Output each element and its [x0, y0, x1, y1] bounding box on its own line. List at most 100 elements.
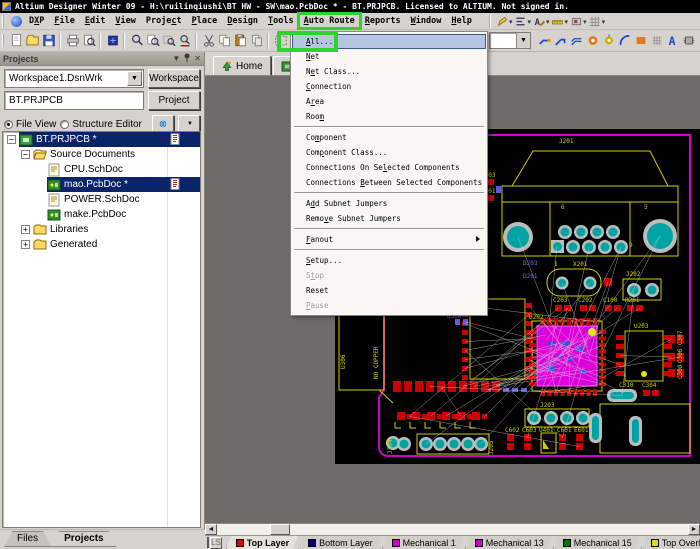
radio-circle[interactable] [4, 120, 13, 129]
knowledge-center-button[interactable] [105, 32, 121, 50]
print-preview-button[interactable] [81, 32, 97, 50]
chevron-down-icon[interactable]: ▾ [602, 18, 606, 26]
dxp-sphere-icon[interactable] [11, 16, 22, 27]
measure-tool-button[interactable] [550, 14, 566, 29]
utility-tool-button[interactable] [494, 14, 510, 29]
menu-reports[interactable]: Reports [361, 15, 405, 27]
tree-item-mao.pcbdoc[interactable]: mao.PcbDoc * [3, 177, 200, 192]
tab-home[interactable]: Home [213, 56, 271, 75]
radio-circle[interactable] [60, 120, 69, 129]
place-string-button[interactable]: A [665, 31, 681, 49]
menu-file[interactable]: File [50, 15, 78, 27]
expand-icon[interactable]: + [21, 225, 30, 234]
footprint-combo[interactable]: ▼ [489, 32, 531, 49]
place-component-button[interactable] [681, 31, 697, 49]
grid-tool-button[interactable] [587, 14, 603, 29]
place-arc-button[interactable] [617, 31, 633, 49]
menu-view[interactable]: View [111, 15, 139, 27]
place-via-button[interactable] [601, 31, 617, 49]
layer-tab-mechanical-13[interactable]: Mechanical 13 [465, 536, 553, 549]
menu-help[interactable]: Help [447, 15, 475, 27]
project-button[interactable]: Project [148, 91, 200, 110]
tree-item-source-documents[interactable]: −Source Documents [3, 147, 200, 162]
menu-item-connection[interactable]: Connection [292, 79, 486, 94]
place-fill-button[interactable] [633, 31, 649, 49]
tree-item-power.schdoc[interactable]: POWER.SchDoc [3, 192, 200, 207]
menu-place[interactable]: Place [188, 15, 222, 27]
zoom-area-button[interactable] [161, 32, 177, 50]
select-area-button[interactable] [273, 32, 289, 50]
expand-icon[interactable]: + [21, 240, 30, 249]
file-view-radio[interactable]: File View [4, 119, 56, 130]
menu-design[interactable]: Design [223, 15, 262, 27]
pin-icon[interactable] [183, 53, 191, 64]
cut-button[interactable] [201, 32, 217, 50]
project-field[interactable]: BT.PRJPCB [4, 91, 144, 110]
copy-button[interactable] [217, 32, 233, 50]
save-document-button[interactable] [41, 32, 57, 50]
workspace-dropdown[interactable]: Workspace1.DsnWrk ▼ [4, 69, 144, 88]
route-differential-button[interactable] [553, 31, 569, 49]
interactive-route-button[interactable] [537, 31, 553, 49]
chevron-down-icon[interactable]: ▼ [516, 33, 530, 48]
menu-item-component[interactable]: Component [292, 130, 486, 145]
collapse-icon[interactable]: − [7, 135, 16, 144]
tree-item-cpu.schdoc[interactable]: CPU.SchDoc [3, 162, 200, 177]
tree-item-libraries[interactable]: +Libraries [3, 222, 200, 237]
menu-item-room[interactable]: Room [292, 109, 486, 124]
tree-item-make.pcbdoc[interactable]: make.PcbDoc [3, 207, 200, 222]
layer-tab-top-layer[interactable]: Top Layer [226, 536, 298, 549]
menu-item-component-class[interactable]: Component Class... [292, 145, 486, 160]
layer-tab-top-overlay[interactable]: Top Overlay [641, 536, 700, 549]
menu-item-area[interactable]: Area [292, 94, 486, 109]
collapse-icon[interactable]: − [21, 150, 30, 159]
panel-menu-icon[interactable]: ▼ [172, 54, 180, 63]
duplicate-button[interactable] [249, 32, 265, 50]
menu-tools[interactable]: Tools [264, 15, 298, 27]
menu-item-remove-subnet-jumpers[interactable]: Remove Subnet Jumpers [292, 211, 486, 226]
tree-item-bt.prjpcb[interactable]: −BT.PRJPCB * [3, 132, 200, 147]
menu-item-all[interactable]: All... [292, 34, 486, 49]
annotate-tool-button[interactable]: A [531, 14, 547, 29]
panel-tab-files[interactable]: Files [4, 531, 51, 547]
current-layer-swatch[interactable] [207, 537, 209, 548]
new-document-button[interactable] [9, 32, 25, 50]
route-multi-button[interactable] [569, 31, 585, 49]
place-pad-button[interactable] [585, 31, 601, 49]
menu-item-setup[interactable]: Setup... [292, 253, 486, 268]
layer-tab-bottom-layer[interactable]: Bottom Layer [298, 536, 382, 549]
room-tool-button[interactable] [568, 14, 584, 29]
chevron-down-icon[interactable]: ▼ [127, 71, 142, 86]
print-button[interactable] [65, 32, 81, 50]
scroll-right-icon[interactable]: ► [688, 524, 700, 535]
close-icon[interactable]: ✕ [194, 54, 201, 63]
structure-editor-radio[interactable]: Structure Editor [60, 119, 141, 130]
scrollbar-thumb[interactable] [270, 524, 290, 535]
menu-dxp[interactable]: DXP [25, 15, 48, 27]
menu-edit[interactable]: Edit [81, 15, 109, 27]
zoom-window-button[interactable] [129, 32, 145, 50]
tree-item-generated[interactable]: +Generated [3, 237, 200, 252]
place-array-button[interactable] [649, 31, 665, 49]
menu-item-reset[interactable]: Reset [292, 283, 486, 298]
menu-item-connections-between-selected-components[interactable]: Connections Between Selected Components [292, 175, 486, 190]
paste-button[interactable] [233, 32, 249, 50]
zoom-selection-button[interactable] [177, 32, 193, 50]
menu-auto-route[interactable]: Auto Route [300, 15, 359, 27]
workspace-button[interactable]: Workspace [148, 69, 200, 88]
open-document-button[interactable] [25, 32, 41, 50]
menu-item-net-class[interactable]: Net Class... [292, 64, 486, 79]
menu-window[interactable]: Window [407, 15, 446, 27]
layer-tab-mechanical-15[interactable]: Mechanical 15 [553, 536, 641, 549]
align-tool-button[interactable] [513, 14, 529, 29]
menu-item-net[interactable]: Net [292, 49, 486, 64]
layer-set-button[interactable]: LS [210, 537, 222, 549]
layer-tab-mechanical-1[interactable]: Mechanical 1 [382, 536, 465, 549]
zoom-document-button[interactable] [145, 32, 161, 50]
menu-item-add-subnet-jumpers[interactable]: Add Subnet Jumpers [292, 196, 486, 211]
menu-project[interactable]: Project [142, 15, 186, 27]
panel-tab-projects[interactable]: Projects [51, 531, 116, 547]
horizontal-scrollbar[interactable]: ◄ ► [205, 523, 700, 535]
menu-item-connections-on-selected-components[interactable]: Connections On Selected Components [292, 160, 486, 175]
scroll-left-icon[interactable]: ◄ [205, 524, 217, 535]
